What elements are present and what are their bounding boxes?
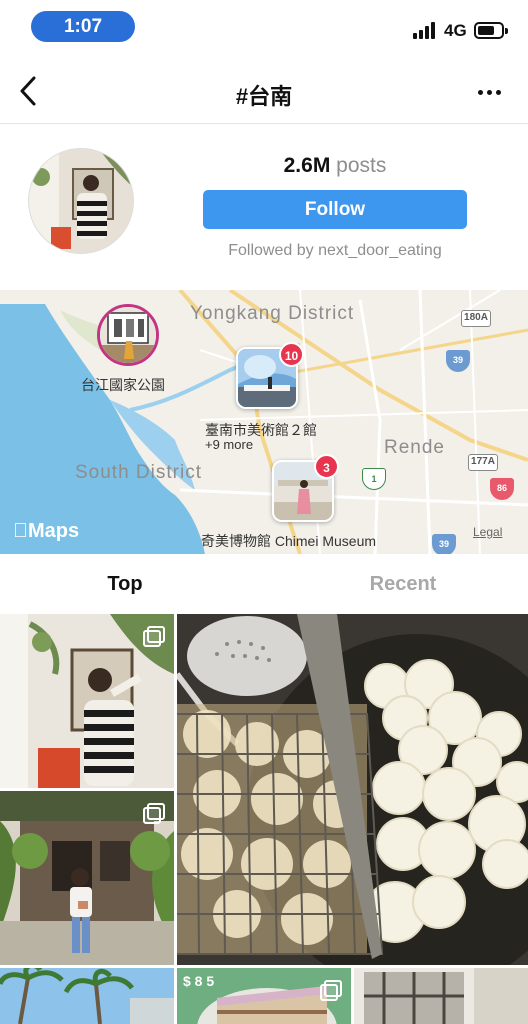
multiple-photos-icon [320, 980, 342, 1001]
maps-logo-text: Maps [13, 520, 79, 542]
multiple-photos-icon [143, 803, 165, 824]
map-badge-art-museum: 10 [279, 342, 304, 367]
map-district-south: South District [75, 462, 202, 483]
hashtag-avatar[interactable] [28, 148, 134, 254]
posts-label: posts [336, 154, 387, 177]
feed-tabs: Top Recent [0, 554, 528, 614]
tab-recent[interactable]: Recent [278, 554, 528, 614]
map-district-rende: Rende [384, 437, 445, 458]
battery-icon [474, 22, 508, 39]
page-title: #台南 [235, 84, 293, 109]
follow-button[interactable]: Follow [203, 190, 467, 229]
map-label-park: 台江國家公園 [81, 377, 165, 393]
map-district-yongkang: Yongkang District [190, 303, 355, 324]
status-bar: 1:07 4G [0, 0, 528, 56]
grid-post[interactable] [0, 614, 174, 788]
apple-maps-logo: Maps [13, 520, 79, 543]
signal-strength-icon [413, 22, 437, 39]
grid-post[interactable] [354, 968, 528, 1024]
map-legal-link[interactable]: Legal [473, 525, 502, 539]
more-horizontal-icon[interactable] [470, 78, 508, 108]
map-pin-park[interactable] [97, 304, 159, 366]
grid-post[interactable] [0, 968, 174, 1024]
hashtag-header: #台南 [0, 58, 528, 124]
tab-top[interactable]: Top [0, 554, 250, 614]
map-label-chimei: 奇美博物館 Chimei Museum [201, 533, 377, 549]
highway-shield: 39 [432, 534, 456, 554]
map-label-more: +9 more [205, 437, 254, 452]
grid-post[interactable] [177, 614, 528, 965]
posts-count-line: 2.6M posts [203, 154, 467, 178]
multiple-photos-icon [143, 626, 165, 647]
hashtag-profile: 2.6M posts Follow Followed by next_door_… [0, 124, 528, 290]
road-sign-177a: 177A [468, 454, 498, 471]
posts-count: 2.6M [283, 154, 331, 177]
map-badge-chimei: 3 [314, 454, 339, 479]
post-thumbnail [0, 968, 174, 1024]
post-grid: $ 8 5 [0, 614, 528, 1024]
apple-logo-icon:  [13, 520, 28, 542]
network-type: 4G [444, 21, 467, 40]
grid-post[interactable]: $ 8 5 [177, 968, 351, 1024]
grid-post[interactable] [0, 791, 174, 965]
location-map[interactable]: Yongkang District South District Rende 1… [0, 290, 528, 554]
status-time: 1:07 [31, 11, 135, 42]
followed-by-text[interactable]: Followed by next_door_eating [195, 242, 475, 260]
post-thumbnail [177, 614, 528, 965]
post-thumbnail [354, 968, 528, 1024]
price-tag-text: $ 8 5 [183, 973, 214, 989]
road-sign-180a: 180A [461, 310, 491, 327]
